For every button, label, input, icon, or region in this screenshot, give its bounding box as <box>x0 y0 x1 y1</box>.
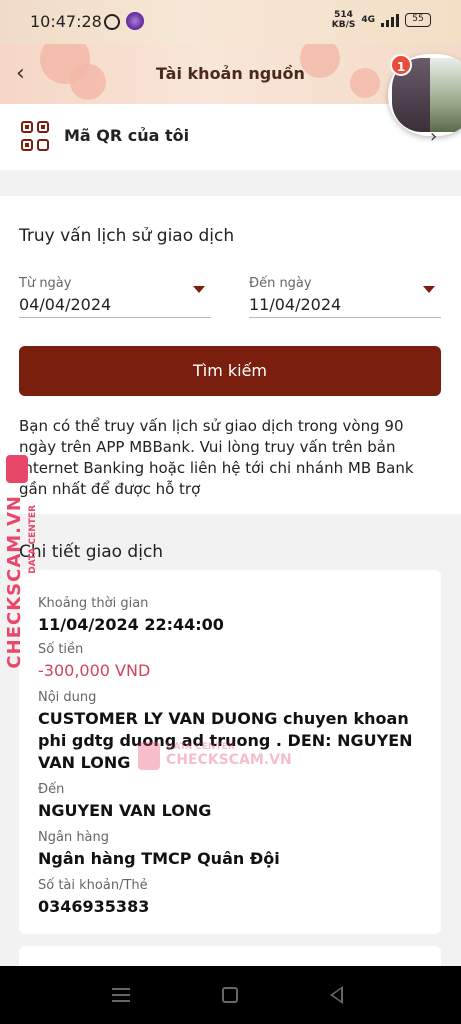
amount-field: Số tiền -300,000 VND <box>38 642 150 682</box>
dropdown-caret-icon <box>193 286 205 293</box>
search-title: Truy vấn lịch sử giao dịch <box>19 226 235 246</box>
back-icon-inner <box>333 989 341 1001</box>
account-value: 0346935383 <box>38 897 150 916</box>
watermark-center-brand: CHECKSCAM.VN <box>166 752 292 768</box>
account-field: Số tài khoản/Thẻ 0346935383 <box>38 878 149 918</box>
battery-icon: 55 <box>405 13 431 27</box>
dropdown-caret-icon <box>423 286 435 293</box>
signal-icon <box>381 13 399 27</box>
watermark-sub: DATA CENTER <box>28 505 38 574</box>
network-speed-unit: KB/S <box>331 20 356 30</box>
to-label: Đến <box>38 782 65 797</box>
amount-label: Số tiền <box>38 642 84 657</box>
watermark-brand: CHECKSCAM.VN <box>4 495 25 669</box>
from-date-value: 04/04/2024 <box>19 295 112 314</box>
search-button[interactable]: Tìm kiếm <box>19 346 441 396</box>
time-value: 11/04/2024 22:44:00 <box>38 615 224 634</box>
search-note: Bạn có thể truy vấn lịch sử giao dịch tr… <box>19 417 414 498</box>
to-date-label: Đến ngày <box>249 276 312 291</box>
to-date-field[interactable]: Đến ngày 11/04/2024 <box>249 276 441 318</box>
to-date-value: 11/04/2024 <box>249 295 342 314</box>
network-type: 4G <box>361 15 375 25</box>
system-nav-bar <box>0 966 461 1024</box>
search-card: Truy vấn lịch sử giao dịch Từ ngày 04/04… <box>0 196 461 514</box>
qr-code-icon <box>21 121 49 151</box>
content-label: Nội dung <box>38 690 97 705</box>
bank-label: Ngân hàng <box>38 830 110 845</box>
watermark-side: CHECKSCAM.VN DATA CENTER <box>4 455 44 669</box>
watermark-lock-icon <box>6 455 28 483</box>
time-field: Khoảng thời gian 11/04/2024 22:44:00 <box>38 596 224 636</box>
app-notification-icon <box>126 12 144 30</box>
status-time: 10:47:28 <box>30 12 102 31</box>
status-bar: 10:47:28 514 KB/S 4G 55 <box>0 0 461 44</box>
avatar-photo-2 <box>430 58 461 132</box>
network-speed-value: 514 <box>334 10 353 20</box>
watermark-center: DATA CENTER CHECKSCAM.VN <box>138 742 292 770</box>
from-date-field[interactable]: Từ ngày 04/04/2024 <box>19 276 211 318</box>
chevron-right-icon: › <box>430 126 438 147</box>
messenger-icon <box>104 14 120 30</box>
notification-badge: 1 <box>390 54 412 76</box>
bank-field: Ngân hàng Ngân hàng TMCP Quân Đội <box>38 830 280 870</box>
status-right: 514 KB/S 4G 55 <box>332 10 431 30</box>
to-field: Đến NGUYEN VAN LONG <box>38 782 211 822</box>
from-date-label: Từ ngày <box>19 276 72 291</box>
account-label: Số tài khoản/Thẻ <box>38 878 148 893</box>
home-icon[interactable] <box>222 987 238 1003</box>
network-speed: 514 KB/S <box>332 10 356 30</box>
watermark-center-sub: DATA CENTER <box>166 742 235 752</box>
qr-label: Mã QR của tôi <box>64 126 190 145</box>
recent-apps-icon[interactable] <box>112 988 130 1006</box>
battery-level: 55 <box>412 14 424 24</box>
amount-value: -300,000 VND <box>38 661 151 680</box>
time-label: Khoảng thời gian <box>38 596 149 611</box>
watermark-lock-icon <box>138 742 160 770</box>
bank-value: Ngân hàng TMCP Quân Đội <box>38 849 280 868</box>
to-value: NGUYEN VAN LONG <box>38 801 212 820</box>
